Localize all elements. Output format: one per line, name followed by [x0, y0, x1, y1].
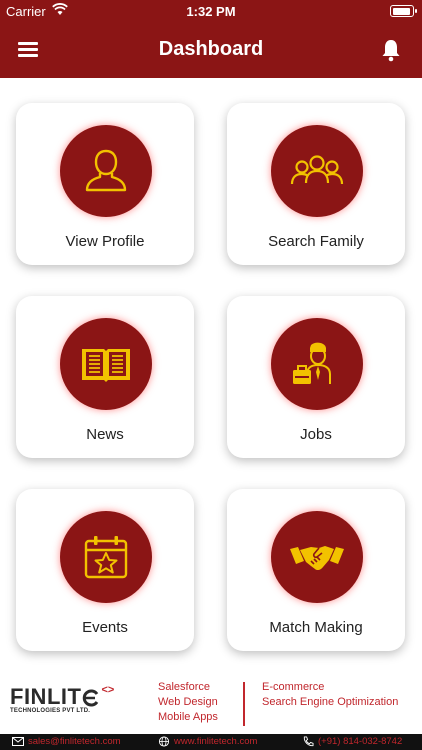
- contact-bar: sales@finlitetech.com www.finlitetech.co…: [0, 734, 422, 750]
- email-contact[interactable]: sales@finlitetech.com: [12, 736, 121, 747]
- handshake-icon: [271, 511, 363, 603]
- page-title: Dashboard: [158, 38, 264, 60]
- phone-text: (+91) 814-032-8742: [318, 736, 403, 748]
- services-list-left: Salesforce Web Design Mobile Apps: [158, 680, 218, 725]
- logo-e-icon: [83, 689, 99, 707]
- phone-contact[interactable]: (+91) 814-032-8742: [302, 736, 402, 747]
- service-item: Salesforce: [158, 681, 210, 693]
- service-item: Mobile Apps: [158, 711, 218, 723]
- jobs-card[interactable]: Jobs: [227, 296, 405, 458]
- card-label: View Profile: [65, 233, 145, 250]
- user-icon: [60, 125, 152, 217]
- email-text: sales@finlitetech.com: [28, 736, 121, 747]
- card-label: Events: [82, 619, 128, 636]
- website-contact[interactable]: www.finlitetech.com: [158, 736, 257, 747]
- phone-icon: [303, 736, 314, 747]
- company-logo: FINLIT <> TECHNOLOGIES PVT LTD.: [10, 684, 114, 714]
- card-label: Jobs: [300, 426, 332, 443]
- footer: FINLIT <> TECHNOLOGIES PVT LTD. Salesforc…: [0, 668, 422, 734]
- globe-icon: [158, 736, 170, 747]
- logo-wordmark: FINLIT: [10, 684, 82, 709]
- calendar-star-icon: [60, 511, 152, 603]
- search-family-card[interactable]: Search Family: [227, 103, 405, 265]
- logo-code-mark: <>: [101, 684, 115, 696]
- card-label: Match Making: [269, 619, 363, 636]
- nav-bar: Dashboard: [0, 22, 422, 78]
- service-item: Search Engine Optimization: [262, 696, 399, 708]
- website-text: www.finlitetech.com: [174, 736, 258, 748]
- service-item: Web Design: [158, 696, 218, 708]
- news-card[interactable]: News: [16, 296, 194, 458]
- match-making-card[interactable]: Match Making: [227, 489, 405, 651]
- businessman-icon: [271, 318, 363, 410]
- mail-icon: [12, 736, 24, 746]
- clock: 1:32 PM: [186, 4, 236, 19]
- card-label: Search Family: [268, 233, 364, 250]
- status-bar: Carrier 1:32 PM: [0, 0, 422, 22]
- service-item: E-commerce: [262, 681, 325, 693]
- divider: [243, 682, 245, 726]
- events-card[interactable]: Events: [16, 489, 194, 651]
- battery-icon: [390, 5, 417, 17]
- bell-icon[interactable]: [380, 38, 402, 62]
- view-profile-card[interactable]: View Profile: [16, 103, 194, 265]
- card-label: News: [86, 426, 124, 443]
- book-icon: [60, 318, 152, 410]
- services-list-right: E-commerce Search Engine Optimization: [262, 680, 398, 710]
- group-icon: [271, 125, 363, 217]
